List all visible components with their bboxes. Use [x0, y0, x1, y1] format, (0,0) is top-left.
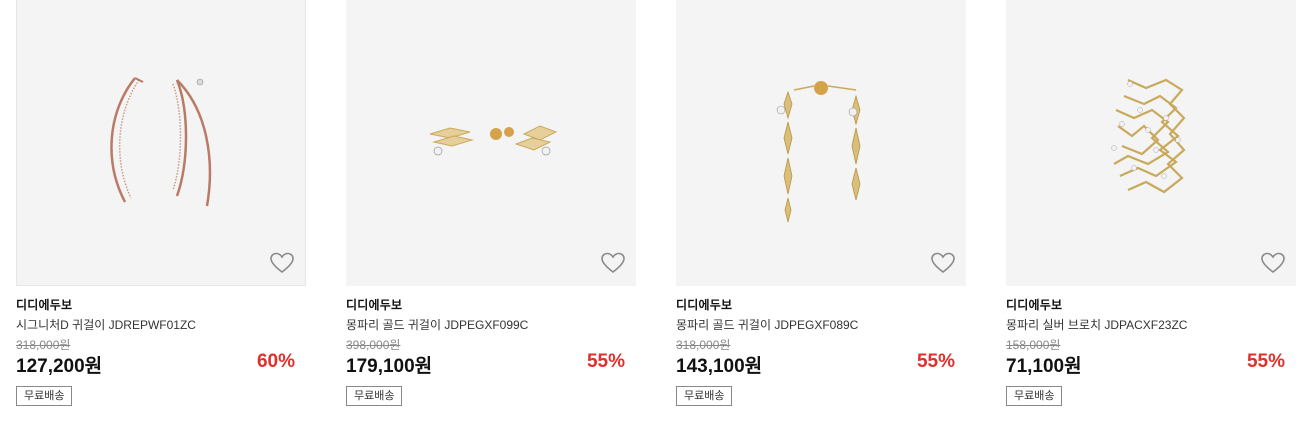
sale-price: 127,200원 — [16, 356, 103, 377]
product-image[interactable] — [676, 0, 966, 286]
brand-name[interactable]: 디디에두보 — [16, 296, 72, 313]
product-name[interactable]: 몽파리 골드 귀걸이 JDPEGXF099C — [346, 316, 528, 333]
sale-price: 179,100원 — [346, 356, 433, 377]
heart-outline-icon[interactable] — [1260, 251, 1286, 275]
discount-rate: 60% — [256, 351, 295, 372]
heart-outline-icon[interactable] — [930, 251, 956, 275]
brand-name[interactable]: 디디에두보 — [676, 296, 732, 313]
free-shipping-badge: 무료배송 — [346, 386, 403, 406]
product-card[interactable]: 디디에두보 몽파리 골드 귀걸이 JDPEGXF089C 318,000원 14… — [676, 0, 966, 406]
product-card[interactable]: 디디에두보 몽파리 실버 브로치 JDPACXF23ZC 158,000원 71… — [1006, 0, 1296, 406]
gold-drop-earrings-image — [776, 81, 861, 223]
discount-rate: 55% — [586, 351, 625, 372]
free-shipping-badge: 무료배송 — [676, 386, 733, 406]
sale-price: 143,100원 — [676, 356, 763, 377]
product-image[interactable] — [16, 0, 306, 286]
gold-wave-brooch-image — [1111, 78, 1186, 194]
free-shipping-badge: 무료배송 — [1006, 386, 1063, 406]
product-card[interactable]: 디디에두보 몽파리 골드 귀걸이 JDPEGXF099C 398,000원 17… — [346, 0, 636, 406]
sale-price: 71,100원 — [1006, 356, 1082, 377]
brand-name[interactable]: 디디에두보 — [346, 296, 402, 313]
product-image[interactable] — [346, 0, 636, 286]
product-card[interactable]: 디디에두보 시그니처D 귀걸이 JDREPWF01ZC 318,000원 127… — [16, 0, 306, 406]
gold-leaf-stud-earrings-image — [429, 125, 558, 156]
discount-rate: 55% — [916, 351, 955, 372]
discount-rate: 55% — [1246, 351, 1285, 372]
product-image[interactable] — [1006, 0, 1296, 286]
product-name[interactable]: 시그니처D 귀걸이 JDREPWF01ZC — [16, 316, 196, 333]
brand-name[interactable]: 디디에두보 — [1006, 296, 1062, 313]
free-shipping-badge: 무료배송 — [16, 386, 73, 406]
product-name[interactable]: 몽파리 실버 브로치 JDPACXF23ZC — [1006, 316, 1187, 333]
heart-outline-icon[interactable] — [600, 251, 626, 275]
product-grid: 디디에두보 시그니처D 귀걸이 JDREPWF01ZC 318,000원 127… — [0, 0, 1299, 445]
rose-gold-hoop-earrings-image — [110, 77, 212, 207]
heart-outline-icon[interactable] — [269, 251, 295, 275]
product-name[interactable]: 몽파리 골드 귀걸이 JDPEGXF089C — [676, 316, 858, 333]
